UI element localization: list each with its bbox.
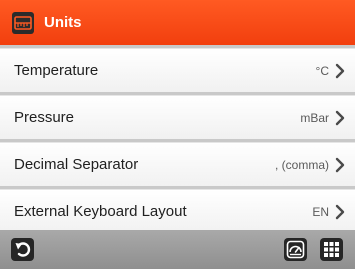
chevron-right-icon	[335, 110, 345, 125]
row-keyboard-layout[interactable]: External Keyboard Layout EN	[0, 189, 355, 233]
row-temperature[interactable]: Temperature °C	[0, 48, 355, 92]
chevron-right-icon	[335, 63, 345, 78]
row-label: Decimal Separator	[14, 156, 139, 173]
row-label: Temperature	[14, 62, 99, 79]
gauge-button[interactable]	[284, 238, 307, 261]
row-value: °C	[315, 63, 329, 78]
row-value: EN	[312, 204, 329, 219]
chevron-right-icon	[335, 204, 345, 219]
row-value: , (comma)	[275, 157, 329, 172]
row-label: External Keyboard Layout	[14, 203, 187, 220]
row-decimal-separator[interactable]: Decimal Separator , (comma)	[0, 142, 355, 186]
row-value: mBar	[300, 110, 329, 125]
units-list: Temperature °C Pressure mBar Decimal Sep…	[0, 45, 355, 233]
page-title: Units	[44, 14, 82, 31]
back-button[interactable]	[11, 238, 34, 261]
row-label: Pressure	[14, 109, 75, 126]
gauge-icon	[286, 240, 305, 259]
ruler-icon	[12, 11, 34, 34]
bottom-toolbar	[0, 230, 355, 269]
menu-button[interactable]	[320, 238, 343, 261]
title-bar: Units	[0, 0, 355, 45]
chevron-right-icon	[335, 157, 345, 172]
grid-menu-icon	[324, 242, 339, 257]
back-arrow-icon	[15, 242, 31, 257]
row-pressure[interactable]: Pressure mBar	[0, 95, 355, 139]
